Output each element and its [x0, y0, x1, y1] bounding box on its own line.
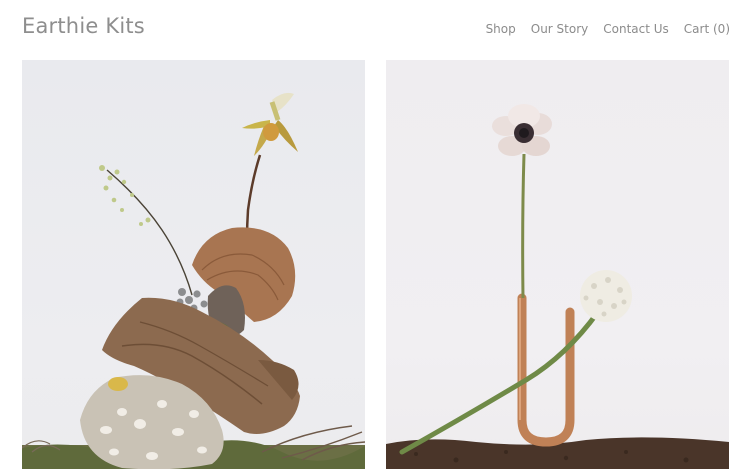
site-header: Earthie Kits Shop Our Story Contact Us C… [0, 0, 750, 60]
product-image-orchid-driftwood[interactable] [22, 60, 365, 469]
site-logo[interactable]: Earthie Kits [22, 14, 145, 38]
cart-label: Cart [683, 22, 710, 36]
anemone-copper-vase-illustration [386, 104, 729, 469]
product-image-anemone-copper-vase[interactable] [386, 60, 729, 469]
cart-count: (0) [713, 22, 730, 36]
nav-contact-us-link[interactable]: Contact Us [603, 22, 669, 36]
nav-shop-link[interactable]: Shop [486, 22, 516, 36]
nav-cart-link[interactable]: Cart (0) [684, 22, 730, 36]
orchid-driftwood-illustration [22, 92, 365, 469]
nav-our-story-link[interactable]: Our Story [531, 22, 589, 36]
main-nav: Shop Our Story Contact Us Cart (0) [486, 22, 730, 36]
